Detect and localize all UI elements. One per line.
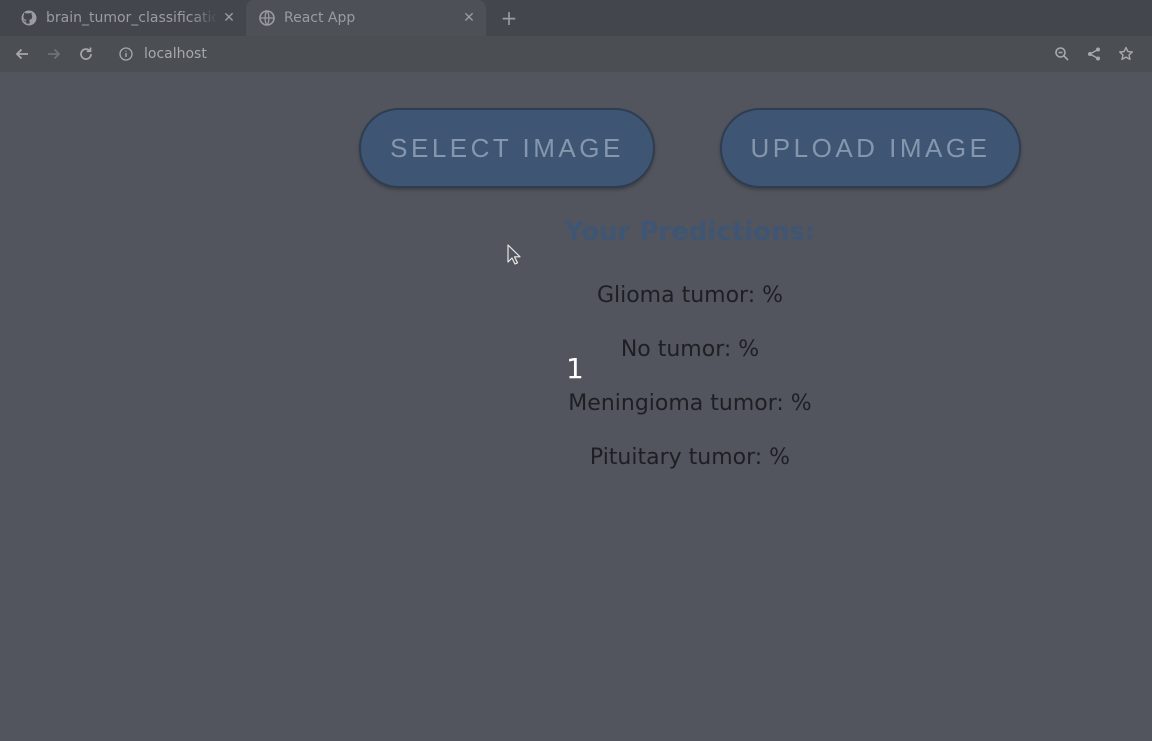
reload-icon[interactable] xyxy=(74,42,98,66)
tab-title: brain_tumor_classification xyxy=(46,10,218,26)
page-content: SELECT IMAGE UPLOAD IMAGE Your Predictio… xyxy=(0,72,1152,741)
share-icon[interactable] xyxy=(1082,42,1106,66)
prediction-no-tumor: No tumor: % xyxy=(620,337,760,362)
globe-icon xyxy=(258,9,276,27)
close-icon[interactable]: ✕ xyxy=(218,7,240,29)
browser-toolbar: localhost xyxy=(0,36,1152,72)
upload-image-button[interactable]: UPLOAD IMAGE xyxy=(720,108,1021,188)
select-image-button[interactable]: SELECT IMAGE xyxy=(359,108,655,188)
step-marker: 1 xyxy=(566,352,584,385)
prediction-glioma: Glioma tumor: % xyxy=(596,283,784,308)
forward-icon[interactable] xyxy=(42,42,66,66)
close-icon[interactable]: ✕ xyxy=(458,7,480,29)
predictions-title: Your Predictions: xyxy=(564,217,816,247)
tab-title: React App xyxy=(284,10,356,26)
zoom-icon[interactable] xyxy=(1050,42,1074,66)
back-icon[interactable] xyxy=(10,42,34,66)
prediction-pituitary: Pituitary tumor: % xyxy=(589,445,791,470)
new-tab-icon[interactable]: + xyxy=(497,6,521,30)
prediction-meningioma: Meningioma tumor: % xyxy=(568,391,812,416)
github-icon xyxy=(20,9,38,27)
url-text: localhost xyxy=(144,46,207,62)
address-bar[interactable]: localhost xyxy=(108,40,1148,68)
mouse-cursor-icon xyxy=(507,244,521,265)
tab-react-app[interactable]: React App ✕ xyxy=(246,0,486,36)
tab-strip: brain_tumor_classification ✕ React App ✕… xyxy=(0,0,1152,36)
tab-brain-tumor[interactable]: brain_tumor_classification ✕ xyxy=(0,0,246,36)
star-icon[interactable] xyxy=(1114,42,1138,66)
info-icon[interactable] xyxy=(116,44,136,64)
